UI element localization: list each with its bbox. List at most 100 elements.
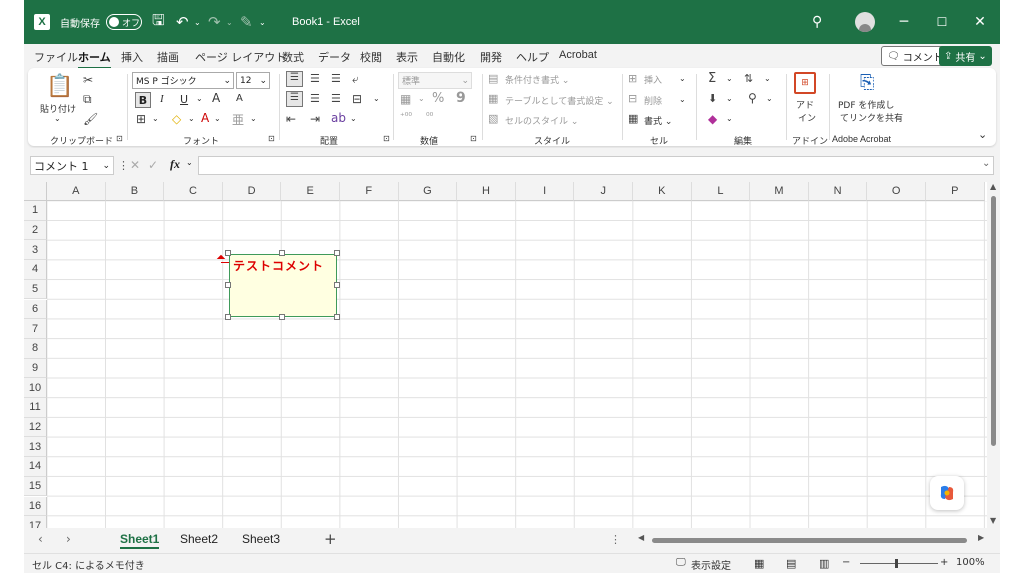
column-header[interactable]: A [47, 182, 106, 201]
autosave-toggle[interactable]: オフ [106, 0, 142, 44]
minimize-icon[interactable]: ─ [892, 0, 916, 44]
zoom-slider[interactable] [860, 563, 938, 564]
percent-icon[interactable]: % [432, 91, 444, 106]
select-all-corner[interactable] [24, 182, 47, 201]
row-header[interactable]: 17 [24, 516, 47, 528]
fill-dropdown-icon[interactable]: ⌄ [726, 94, 733, 103]
insert-cells-button[interactable]: 挿入 [644, 73, 662, 86]
paste-dropdown-icon[interactable]: ⌄ [54, 114, 61, 123]
format-as-table-icon[interactable]: ▦ [488, 92, 498, 105]
currency-icon[interactable]: ▦ [400, 92, 411, 106]
resize-handle[interactable] [334, 282, 340, 288]
close-icon[interactable]: ✕ [968, 0, 992, 44]
tab-review[interactable]: 校閲 [360, 49, 382, 65]
phonetic-dropdown-icon[interactable]: ⌄ [250, 114, 257, 123]
normal-view-icon[interactable]: ▦ [754, 557, 764, 570]
function-dropdown-icon[interactable]: ⌄ [186, 158, 193, 167]
cancel-icon[interactable]: ✕ [130, 158, 140, 172]
resize-handle[interactable] [279, 314, 285, 320]
display-settings-icon[interactable]: 🖵 [676, 557, 686, 568]
row-header[interactable]: 14 [24, 457, 47, 477]
tab-view[interactable]: 表示 [396, 49, 418, 65]
resize-handle[interactable] [334, 314, 340, 320]
currency-dropdown-icon[interactable]: ⌄ [418, 94, 425, 103]
scroll-left-icon[interactable]: ◀ [638, 533, 644, 542]
copy-icon[interactable]: ⧉ [83, 92, 92, 107]
increase-decimal-icon[interactable]: ⁺⁰⁰ [400, 112, 412, 122]
tab-acrobat[interactable]: Acrobat [559, 49, 597, 61]
orientation-dropdown-icon[interactable]: ⌄ [350, 114, 357, 123]
name-box[interactable]: コメント 1 ⌄ [30, 156, 114, 175]
format-painter-icon[interactable]: 🖌 [83, 112, 98, 126]
collapse-ribbon-icon[interactable]: ⌄ [978, 128, 987, 141]
acrobat-line1[interactable]: PDF を作成し [838, 98, 894, 111]
insert-dropdown-icon[interactable]: ⌄ [679, 74, 686, 83]
tab-automate[interactable]: 自動化 [432, 49, 465, 65]
shrink-font-button[interactable]: A [236, 93, 243, 104]
font-launcher-icon[interactable]: ⊡ [268, 134, 275, 143]
tab-file[interactable]: ファイル [34, 49, 78, 65]
conditional-format-button[interactable]: 条件付き書式 ⌄ [505, 73, 569, 86]
orientation-icon[interactable]: ab [331, 111, 346, 125]
decrease-decimal-icon[interactable]: ⁰⁰ [426, 112, 433, 122]
sheet-tab-2[interactable]: Sheet2 [180, 532, 218, 546]
sort-filter-icon[interactable]: ⇅ [744, 72, 753, 85]
scroll-right-icon[interactable]: ▶ [978, 533, 984, 542]
align-right-icon[interactable]: ☰ [331, 92, 341, 105]
cut-icon[interactable]: ✂ [83, 73, 93, 87]
zoom-slider-knob[interactable] [895, 559, 898, 568]
vertical-scroll-thumb[interactable] [991, 196, 996, 446]
resize-handle[interactable] [225, 282, 231, 288]
delete-cells-button[interactable]: 削除 [644, 94, 662, 107]
save-icon[interactable]: 🖫 [152, 0, 165, 44]
column-header[interactable]: P [926, 182, 985, 201]
column-header[interactable]: D [222, 182, 282, 201]
redo-dropdown-icon[interactable]: ⌄ [226, 0, 233, 44]
find-dropdown-icon[interactable]: ⌄ [766, 94, 773, 103]
tab-data[interactable]: データ [318, 49, 351, 65]
fill-icon[interactable]: ⬇ [708, 92, 717, 105]
clipboard-launcher-icon[interactable]: ⊡ [116, 134, 123, 143]
copilot-button[interactable] [930, 476, 964, 510]
row-header[interactable]: 12 [24, 417, 47, 438]
font-size-select[interactable]: 12 ⌄ [236, 72, 270, 89]
number-launcher-icon[interactable]: ⊡ [470, 134, 477, 143]
column-header[interactable]: B [105, 182, 165, 201]
italic-button[interactable]: I [160, 93, 164, 105]
format-painter-qa-icon[interactable]: ✎ [240, 0, 253, 44]
autosum-dropdown-icon[interactable]: ⌄ [726, 74, 733, 83]
merge-dropdown-icon[interactable]: ⌄ [373, 94, 380, 103]
sort-dropdown-icon[interactable]: ⌄ [764, 74, 771, 83]
zoom-level[interactable]: 100% [956, 557, 985, 568]
column-header[interactable]: I [515, 182, 575, 201]
resize-handle[interactable] [225, 314, 231, 320]
sheet-tab-1[interactable]: Sheet1 [120, 532, 160, 549]
row-header[interactable]: 4 [24, 260, 47, 280]
paste-icon[interactable]: 📋 [46, 74, 73, 99]
prev-sheet-icon[interactable]: ‹ [38, 532, 43, 546]
undo-icon[interactable]: ↶ [176, 0, 189, 44]
worksheet-grid[interactable]: ABCDEFGHIJKLMNOP 1 2 3 4 5 6 7 8 9 10 11 12 13 14 15 16… [24, 182, 1000, 528]
tab-page-layout[interactable]: ページ レイアウト [195, 49, 286, 65]
search-icon[interactable]: ⚲ [812, 0, 822, 44]
sheet-menu-icon[interactable]: ⋮ [610, 533, 621, 546]
column-header[interactable]: G [398, 182, 458, 201]
row-header[interactable]: 6 [24, 299, 47, 320]
acrobat-pdf-icon[interactable]: ⎘ [860, 72, 874, 93]
clear-icon[interactable]: ◆ [708, 112, 717, 126]
row-header[interactable]: 7 [24, 319, 47, 339]
zoom-in-icon[interactable]: + [940, 557, 948, 568]
row-header[interactable]: 10 [24, 378, 47, 398]
cell-grid[interactable] [47, 201, 987, 528]
delete-cells-icon[interactable]: ⊟ [628, 92, 637, 105]
wrap-text-icon[interactable]: ⤶ [352, 72, 359, 87]
find-icon[interactable]: ⚲ [748, 91, 757, 105]
row-header[interactable]: 2 [24, 220, 47, 241]
alignment-launcher-icon[interactable]: ⊡ [383, 134, 390, 143]
addins-line2[interactable]: イン [798, 111, 816, 124]
undo-dropdown-icon[interactable]: ⌄ [194, 0, 201, 44]
align-middle-icon[interactable]: ☰ [310, 72, 320, 85]
acrobat-line2[interactable]: てリンクを共有 [840, 111, 903, 124]
border-icon[interactable]: ⊞ [136, 112, 146, 126]
customize-qa-icon[interactable]: ⌄ [259, 0, 266, 44]
